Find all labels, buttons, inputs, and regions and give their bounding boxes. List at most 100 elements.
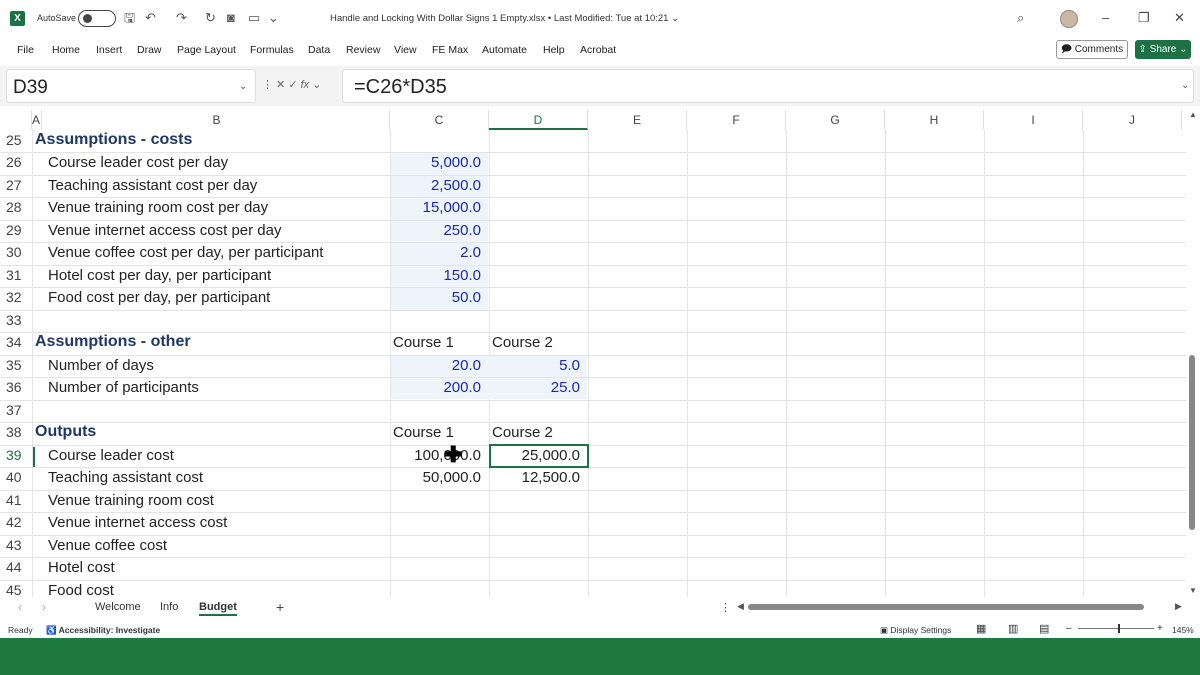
row-header-41[interactable]: 41	[0, 492, 32, 508]
output-cell[interactable]: 25,000.0	[490, 447, 580, 464]
row-header-35[interactable]: 35	[0, 357, 32, 373]
row-header-44[interactable]: 44	[0, 559, 32, 575]
zoom-level[interactable]: 145%	[1172, 625, 1194, 635]
customize-qat-icon[interactable]: ⌄	[268, 10, 279, 26]
input-cell[interactable]: 5,000.0	[391, 154, 481, 171]
tab-review[interactable]: Review	[346, 44, 380, 56]
sheet-tab-info[interactable]: Info	[160, 601, 178, 613]
display-settings-button[interactable]: ▣ Display Settings	[880, 625, 951, 636]
label-cell[interactable]: Hotel cost	[48, 559, 115, 576]
input-cell[interactable]: 2.0	[391, 244, 481, 261]
page-break-view-icon[interactable]: ▤	[1039, 622, 1049, 635]
normal-view-icon[interactable]: ▦	[976, 622, 986, 635]
refresh-icon[interactable]: ↻	[205, 10, 216, 26]
output-cell[interactable]: 12,500.0	[490, 469, 580, 486]
comments-button[interactable]: 🗩 Comments	[1056, 40, 1128, 59]
column-header-i[interactable]: I	[984, 110, 1083, 130]
redo-icon[interactable]: ↷	[176, 10, 187, 26]
accessibility-status[interactable]: ♿ Accessibility: Investigate	[46, 625, 160, 636]
label-cell[interactable]: Venue training room cost per day	[48, 199, 268, 216]
tab-automate[interactable]: Automate	[482, 44, 527, 56]
column-header-e[interactable]: E	[588, 110, 687, 130]
tab-page-layout[interactable]: Page Layout	[177, 44, 236, 56]
zoom-slider-thumb[interactable]	[1118, 624, 1120, 633]
column-header-j[interactable]: J	[1083, 110, 1182, 130]
row-header-34[interactable]: 34	[0, 334, 32, 350]
row-header-42[interactable]: 42	[0, 514, 32, 530]
input-cell[interactable]: 15,000.0	[391, 199, 481, 216]
tab-data[interactable]: Data	[308, 44, 330, 56]
worksheet-grid[interactable]: A B C D E F G H I J 25 26 27 28 29 30 31…	[0, 110, 1186, 597]
zoom-out-icon[interactable]: –	[1066, 623, 1072, 634]
column-header-d[interactable]: D	[489, 110, 588, 130]
column-label-course-2[interactable]: Course 2	[492, 424, 553, 441]
expand-formula-icon[interactable]: ⌄	[1181, 80, 1189, 91]
column-header-b[interactable]: B	[44, 110, 390, 130]
input-cell[interactable]: 25.0	[490, 379, 580, 396]
more-options-icon[interactable]: ⋮	[720, 601, 731, 614]
scroll-left-icon[interactable]: ◀	[737, 601, 744, 612]
close-icon[interactable]: ✕	[1174, 10, 1185, 26]
output-cell[interactable]: 50,000.0	[391, 469, 481, 486]
section-heading-costs[interactable]: Assumptions - costs	[35, 131, 192, 149]
label-cell[interactable]: Venue internet access cost per day	[48, 222, 281, 239]
tab-acrobat[interactable]: Acrobat	[580, 44, 616, 56]
row-header-36[interactable]: 36	[0, 379, 32, 395]
row-header-33[interactable]: 33	[0, 312, 32, 328]
column-header-c[interactable]: C	[390, 110, 489, 130]
formula-controls[interactable]: ⋮ ✕ ✓ fx ⌄	[262, 78, 321, 91]
section-heading-outputs[interactable]: Outputs	[35, 423, 96, 441]
tab-insert[interactable]: Insert	[96, 44, 122, 56]
label-cell[interactable]: Teaching assistant cost	[48, 469, 203, 486]
tab-fe-max[interactable]: FE Max	[432, 44, 468, 56]
name-box[interactable]: D39 ⌄	[6, 69, 256, 103]
label-cell[interactable]: Venue training room cost	[48, 492, 214, 509]
label-cell[interactable]: Food cost per day, per participant	[48, 289, 270, 306]
row-header-39[interactable]: 39	[0, 447, 32, 463]
row-header-25[interactable]: 25	[0, 132, 32, 148]
prev-sheet-icon[interactable]: ‹	[18, 600, 22, 614]
input-cell[interactable]: 20.0	[391, 357, 481, 374]
horizontal-scroll-thumb[interactable]	[748, 604, 1144, 610]
row-header-43[interactable]: 43	[0, 537, 32, 553]
share-button[interactable]: ⇪ Share ⌄	[1135, 40, 1191, 59]
row-header-38[interactable]: 38	[0, 424, 32, 440]
next-sheet-icon[interactable]: ›	[42, 600, 46, 614]
column-label-course-1[interactable]: Course 1	[393, 334, 454, 351]
page-layout-view-icon[interactable]: ▥	[1008, 622, 1018, 635]
input-cell[interactable]: 150.0	[391, 267, 481, 284]
input-cell[interactable]: 50.0	[391, 289, 481, 306]
row-header-26[interactable]: 26	[0, 154, 32, 170]
column-header-h[interactable]: H	[885, 110, 984, 130]
avatar[interactable]	[1060, 10, 1078, 28]
row-header-32[interactable]: 32	[0, 289, 32, 305]
column-label-course-1[interactable]: Course 1	[393, 424, 454, 441]
formula-input[interactable]: =C26*D35 ⌄	[342, 69, 1194, 103]
row-header-45[interactable]: 45	[0, 582, 32, 597]
zoom-slider[interactable]	[1078, 628, 1154, 629]
add-sheet-icon[interactable]: +	[276, 599, 284, 615]
tab-home[interactable]: Home	[52, 44, 80, 56]
label-cell[interactable]: Hotel cost per day, per participant	[48, 267, 271, 284]
tab-draw[interactable]: Draw	[137, 44, 162, 56]
row-header-30[interactable]: 30	[0, 244, 32, 260]
tab-file[interactable]: File	[17, 44, 34, 56]
column-header-f[interactable]: F	[687, 110, 786, 130]
tab-view[interactable]: View	[394, 44, 417, 56]
label-cell[interactable]: Venue coffee cost per day, per participa…	[48, 244, 323, 261]
row-header-28[interactable]: 28	[0, 199, 32, 215]
sheet-view-icon[interactable]: ▭	[248, 10, 260, 26]
label-cell[interactable]: Venue coffee cost	[48, 537, 167, 554]
sheet-tab-welcome[interactable]: Welcome	[95, 601, 141, 613]
tab-formulas[interactable]: Formulas	[250, 44, 294, 56]
tab-help[interactable]: Help	[543, 44, 565, 56]
row-header-37[interactable]: 37	[0, 402, 32, 418]
chevron-down-icon[interactable]: ⌄	[239, 81, 247, 92]
section-heading-other[interactable]: Assumptions - other	[35, 333, 191, 351]
document-title[interactable]: Handle and Locking With Dollar Signs 1 E…	[330, 13, 679, 24]
scroll-right-icon[interactable]: ▶	[1175, 601, 1182, 612]
column-header-g[interactable]: G	[786, 110, 885, 130]
column-header-a[interactable]: A	[32, 110, 42, 130]
camera-icon[interactable]: ◙	[227, 10, 235, 26]
undo-icon[interactable]: ↶	[145, 10, 156, 26]
